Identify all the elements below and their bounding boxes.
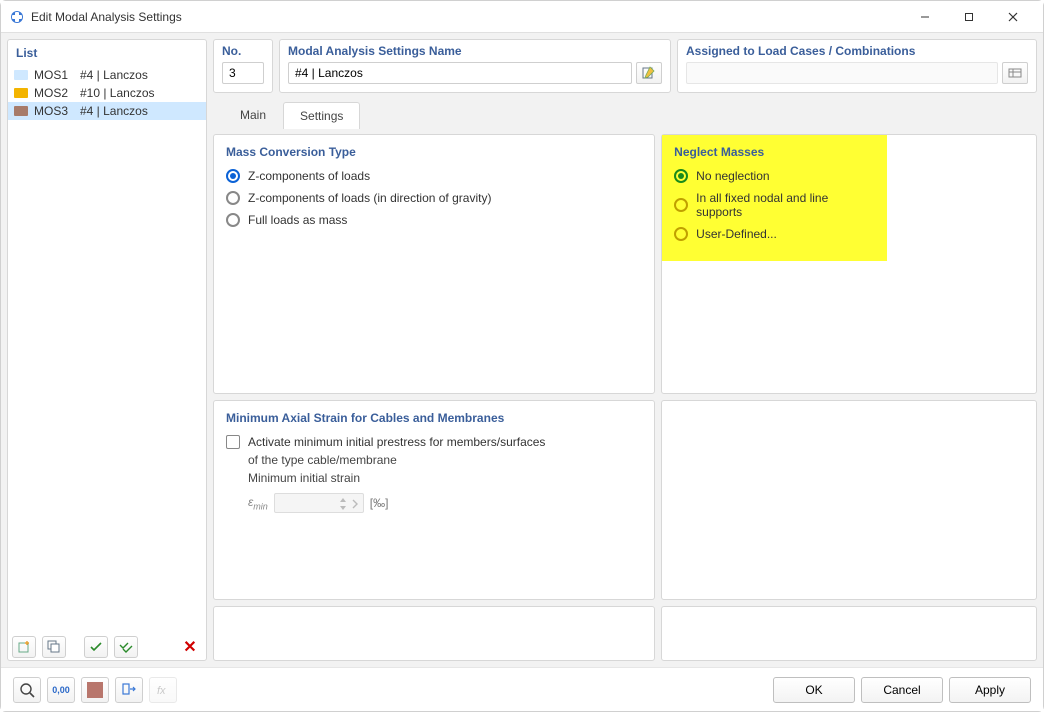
neglect-opt-fixed-supports[interactable]: In all fixed nodal and line supports: [674, 191, 875, 219]
mass-opt-full-loads[interactable]: Full loads as mass: [226, 213, 642, 227]
formula-button[interactable]: fx: [149, 677, 177, 703]
radio-icon: [226, 191, 240, 205]
footer: 0,00 fx OK Cancel Apply: [1, 667, 1043, 711]
list-swatch: [14, 106, 28, 116]
title-bar: Edit Modal Analysis Settings: [1, 1, 1043, 33]
list-box: List MOS1 #4 | Lanczos MOS2 #10 | Lanczo…: [7, 39, 207, 661]
list-label: #10 | Lanczos: [80, 86, 200, 100]
neglect-opt-user-defined[interactable]: User-Defined...: [674, 227, 875, 241]
check-all-button[interactable]: [114, 636, 138, 658]
radio-label: Full loads as mass: [248, 213, 347, 227]
radio-label: User-Defined...: [696, 227, 777, 241]
min-strain-sublabel: Minimum initial strain: [226, 471, 642, 485]
no-box: No.: [213, 39, 273, 93]
tab-main[interactable]: Main: [223, 101, 283, 128]
list-id: MOS2: [34, 86, 74, 100]
app-icon: [9, 9, 25, 25]
min-strain-input-row: εmin [‰]: [226, 493, 642, 513]
list-header: List: [8, 40, 206, 66]
checkbox-label-line2: of the type cable/membrane: [226, 453, 642, 467]
min-strain-title: Minimum Axial Strain for Cables and Memb…: [226, 411, 642, 425]
mass-conversion-title: Mass Conversion Type: [226, 145, 642, 159]
list-label: #4 | Lanczos: [80, 68, 200, 82]
tab-settings[interactable]: Settings: [283, 102, 360, 129]
list-label: #4 | Lanczos: [80, 104, 200, 118]
left-pane: List MOS1 #4 | Lanczos MOS2 #10 | Lanczo…: [7, 39, 207, 661]
assigned-show-button[interactable]: [1002, 62, 1028, 84]
neglect-box: Neglect Masses No neglection In all fixe…: [661, 134, 1037, 394]
radio-label: Z-components of loads (in direction of g…: [248, 191, 491, 205]
radio-label: Z-components of loads: [248, 169, 370, 183]
units-button[interactable]: 0,00: [47, 677, 75, 703]
edit-name-button[interactable]: [636, 62, 662, 84]
min-strain-symbol: εmin: [248, 495, 268, 511]
assigned-label: Assigned to Load Cases / Combinations: [686, 44, 1028, 58]
maximize-button[interactable]: [947, 2, 991, 32]
radio-icon: [674, 227, 688, 241]
name-input[interactable]: [288, 62, 632, 84]
settings-grid: Mass Conversion Type Z-components of loa…: [213, 134, 1037, 661]
duplicate-item-button[interactable]: [42, 636, 66, 658]
list-row-mos2[interactable]: MOS2 #10 | Lanczos: [8, 84, 206, 102]
radio-label: No neglection: [696, 169, 769, 183]
name-label: Modal Analysis Settings Name: [288, 44, 662, 58]
cancel-button[interactable]: Cancel: [861, 677, 943, 703]
list-id: MOS1: [34, 68, 74, 82]
list-row-mos3[interactable]: MOS3 #4 | Lanczos: [8, 102, 206, 120]
content-area: List MOS1 #4 | Lanczos MOS2 #10 | Lanczo…: [1, 33, 1043, 667]
reset-button[interactable]: [115, 677, 143, 703]
list-id: MOS3: [34, 104, 74, 118]
tab-bar: Main Settings: [213, 101, 1037, 128]
checkbox-icon: [226, 435, 240, 449]
no-input[interactable]: [222, 62, 264, 84]
ok-button[interactable]: OK: [773, 677, 855, 703]
new-item-button[interactable]: [12, 636, 36, 658]
list-toolbar: ✕: [8, 634, 206, 660]
delete-item-button[interactable]: ✕: [178, 636, 202, 658]
min-strain-unit: [‰]: [370, 496, 389, 510]
color-swatch-button[interactable]: [81, 677, 109, 703]
radio-label: In all fixed nodal and line supports: [696, 191, 875, 219]
radio-icon: [226, 213, 240, 227]
neglect-opt-none[interactable]: No neglection: [674, 169, 875, 183]
assigned-box: Assigned to Load Cases / Combinations: [677, 39, 1037, 93]
min-strain-checkbox-row[interactable]: Activate minimum initial prestress for m…: [226, 435, 642, 449]
top-row: No. Modal Analysis Settings Name Assigne…: [213, 39, 1037, 93]
mass-opt-z-gravity[interactable]: Z-components of loads (in direction of g…: [226, 191, 642, 205]
check-single-button[interactable]: [84, 636, 108, 658]
min-strain-input[interactable]: [274, 493, 364, 513]
empty-box-bottom-left: [213, 606, 655, 661]
empty-box-right-mid: [661, 400, 1037, 600]
radio-icon: [674, 169, 688, 183]
apply-button[interactable]: Apply: [949, 677, 1031, 703]
window-title: Edit Modal Analysis Settings: [31, 10, 182, 24]
name-box: Modal Analysis Settings Name: [279, 39, 671, 93]
right-pane: No. Modal Analysis Settings Name Assigne…: [213, 39, 1037, 661]
list-swatch: [14, 70, 28, 80]
min-strain-box: Minimum Axial Strain for Cables and Memb…: [213, 400, 655, 600]
radio-icon: [674, 198, 688, 212]
list-row-mos1[interactable]: MOS1 #4 | Lanczos: [8, 66, 206, 84]
checkbox-label: Activate minimum initial prestress for m…: [248, 435, 545, 449]
minimize-button[interactable]: [903, 2, 947, 32]
svg-text:fx: fx: [157, 685, 166, 697]
close-button[interactable]: [991, 2, 1035, 32]
list-swatch: [14, 88, 28, 98]
mass-opt-z-components[interactable]: Z-components of loads: [226, 169, 642, 183]
neglect-title: Neglect Masses: [674, 145, 875, 159]
radio-icon: [226, 169, 240, 183]
help-button[interactable]: [13, 677, 41, 703]
list-body: MOS1 #4 | Lanczos MOS2 #10 | Lanczos MOS…: [8, 66, 206, 634]
assigned-field: [686, 62, 998, 84]
empty-box-bottom-right: [661, 606, 1037, 661]
mass-conversion-box: Mass Conversion Type Z-components of loa…: [213, 134, 655, 394]
color-swatch: [87, 682, 103, 698]
no-label: No.: [222, 44, 264, 58]
